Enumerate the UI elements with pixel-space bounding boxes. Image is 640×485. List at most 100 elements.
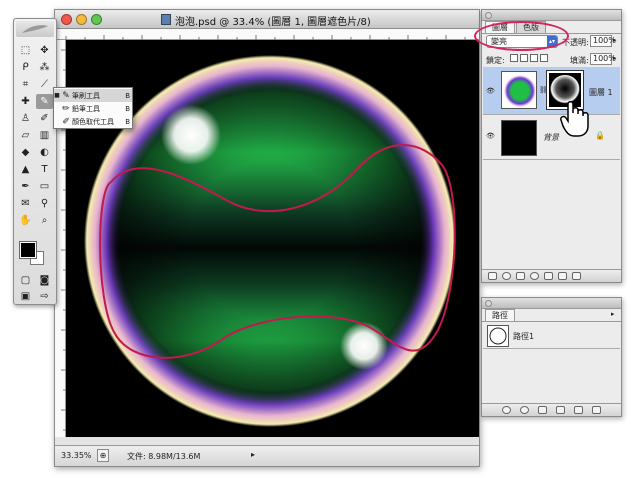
color-replacement-icon: ✐	[62, 116, 70, 127]
lock-all-icon[interactable]	[540, 54, 548, 62]
flyout-label: 筆刷工具	[72, 91, 100, 100]
link-layers-icon[interactable]	[488, 272, 497, 280]
opacity-slider-arrow-icon[interactable]: ▸	[613, 36, 617, 44]
lock-label: 鎖定:	[486, 56, 505, 65]
screen-mode-icon[interactable]: ▣	[17, 289, 34, 304]
load-selection-icon[interactable]	[538, 406, 547, 414]
zoom-button[interactable]	[91, 14, 102, 25]
tools-palette: ⬚ ✥ ᑭ ⁂ ⌗ ⟋ ✚ ✎ ♙ ✐ ▱ ▥ ◆ ◐ ▲ T ✒ ▭ ✉ ⚲ …	[13, 18, 57, 305]
hand-cursor-icon	[560, 98, 592, 141]
crop-tool-icon[interactable]: ⌗	[17, 77, 34, 92]
history-brush-icon[interactable]: ✐	[36, 111, 53, 126]
layers-panel-titlebar[interactable]	[482, 10, 621, 21]
visibility-eye-icon[interactable]: 👁	[486, 132, 495, 140]
opacity-field[interactable]: 100%	[590, 35, 616, 47]
hand-tool-icon[interactable]: ✋	[17, 213, 34, 228]
fill-slider-arrow-icon[interactable]: ▸	[613, 54, 617, 62]
delete-layer-icon[interactable]	[572, 272, 581, 280]
brush-tool-icon[interactable]: ✎	[36, 94, 53, 109]
eyedropper-tool-icon[interactable]: ⚲	[36, 196, 53, 211]
pen-tool-icon[interactable]: ✒	[17, 179, 34, 194]
notes-tool-icon[interactable]: ✉	[17, 196, 34, 211]
document-title: 泡泡.psd @ 33.4% (圖層 1, 圖層遮色片/8)	[175, 17, 371, 28]
flyout-item-brush[interactable]: ■ ✎ 筆刷工具 B	[54, 89, 132, 102]
lock-position-icon[interactable]	[530, 54, 538, 62]
layer-style-icon[interactable]	[502, 272, 511, 280]
type-tool-icon[interactable]: T	[36, 162, 53, 177]
fill-field[interactable]: 100%	[590, 53, 616, 65]
new-group-icon[interactable]	[544, 272, 553, 280]
fill-path-icon[interactable]	[502, 406, 511, 414]
layer-lock-icon: 🔒	[595, 131, 605, 140]
path-name[interactable]: 路徑1	[513, 331, 534, 342]
path-selection-tool-icon[interactable]: ▲	[17, 162, 34, 177]
quick-mask-icon[interactable]: ◙	[36, 273, 53, 288]
bubble-highlight-top	[161, 105, 221, 165]
layer-name[interactable]: 圖層 1	[589, 87, 613, 98]
psd-file-icon	[161, 14, 171, 25]
minimize-button[interactable]	[76, 14, 87, 25]
lasso-tool-icon[interactable]: ᑭ	[17, 60, 34, 75]
layer-thumbnail[interactable]	[501, 120, 537, 156]
magic-wand-tool-icon[interactable]: ⁂	[36, 60, 53, 75]
eraser-tool-icon[interactable]: ▱	[17, 128, 34, 143]
layer-thumbnail[interactable]	[501, 71, 537, 109]
layer-name[interactable]: 背景	[543, 132, 559, 143]
palette-header[interactable]	[16, 21, 54, 37]
visibility-eye-icon[interactable]: 👁	[486, 87, 495, 95]
delete-path-icon[interactable]	[592, 406, 601, 414]
status-arrow-icon[interactable]: ▸	[251, 450, 255, 459]
layer-row-background[interactable]: 👁 背景 🔒	[483, 116, 620, 160]
brush-icon: ✎	[62, 90, 70, 101]
document-window: 泡泡.psd @ 33.4% (圖層 1, 圖層遮色片/8) 33.35% ⊕ …	[54, 9, 480, 467]
dodge-tool-icon[interactable]: ◐	[36, 145, 53, 160]
flyout-item-color-replacement[interactable]: ✐ 顏色取代工具 B	[54, 115, 132, 128]
tab-paths[interactable]: 路徑	[485, 309, 515, 321]
move-tool-icon[interactable]: ✥	[36, 43, 53, 58]
layer-row-layer1[interactable]: 👁 ⛓ 圖層 1	[483, 67, 620, 115]
standard-mode-icon[interactable]: ▢	[17, 273, 34, 288]
layers-panel: 圖層 色版 變亮 ▴▾ 不透明: 100% ▸ 鎖定: 填滿: 100% ▸ 👁…	[481, 9, 622, 283]
status-menu-icon[interactable]: ⊕	[97, 449, 109, 462]
flyout-shortcut: B	[125, 117, 130, 126]
horizontal-ruler[interactable]	[55, 29, 479, 40]
paths-panel: 路徑 ▸ 路徑1	[481, 297, 622, 417]
shape-tool-icon[interactable]: ▭	[36, 179, 53, 194]
file-size-info: 文件: 8.98M/13.6M	[127, 452, 201, 461]
horizontal-scrollbar[interactable]	[55, 437, 479, 445]
panel-close-button[interactable]	[485, 12, 492, 19]
panel-menu-icon[interactable]: ▸	[611, 310, 615, 318]
stamp-tool-icon[interactable]: ♙	[17, 111, 34, 126]
stroke-path-icon[interactable]	[520, 406, 529, 414]
lock-pixels-icon[interactable]	[520, 54, 528, 62]
jump-to-imageready-icon[interactable]: ⇨	[36, 289, 53, 304]
new-path-icon[interactable]	[574, 406, 583, 414]
make-work-path-icon[interactable]	[556, 406, 565, 414]
path-row[interactable]: 路徑1	[483, 323, 620, 349]
zoom-level[interactable]: 33.35%	[61, 451, 92, 460]
bubble-highlight-bottom	[340, 322, 388, 370]
adjustment-layer-icon[interactable]	[530, 272, 539, 280]
annotation-ellipse	[474, 21, 569, 51]
pencil-icon: ✏	[62, 103, 70, 114]
add-mask-icon[interactable]	[516, 272, 525, 280]
panel-close-button[interactable]	[485, 300, 492, 307]
marquee-tool-icon[interactable]: ⬚	[17, 43, 34, 58]
paths-panel-footer	[482, 403, 621, 416]
zoom-tool-icon[interactable]: ⌕	[36, 213, 53, 228]
flyout-shortcut: B	[125, 104, 130, 113]
gradient-tool-icon[interactable]: ▥	[36, 128, 53, 143]
slice-tool-icon[interactable]: ⟋	[36, 77, 53, 92]
flyout-item-pencil[interactable]: ✏ 鉛筆工具 B	[54, 102, 132, 115]
layers-panel-footer	[482, 269, 621, 282]
flyout-shortcut: B	[125, 91, 130, 100]
healing-tool-icon[interactable]: ✚	[17, 94, 34, 109]
blur-tool-icon[interactable]: ◆	[17, 145, 34, 160]
foreground-color-swatch[interactable]	[19, 241, 37, 259]
brush-tool-flyout: ■ ✎ 筆刷工具 B ✏ 鉛筆工具 B ✐ 顏色取代工具 B	[53, 87, 133, 129]
path-thumbnail[interactable]	[487, 325, 509, 347]
lock-transparency-icon[interactable]	[510, 54, 518, 62]
paths-panel-titlebar[interactable]	[482, 298, 621, 309]
new-layer-icon[interactable]	[558, 272, 567, 280]
close-button[interactable]	[61, 14, 72, 25]
